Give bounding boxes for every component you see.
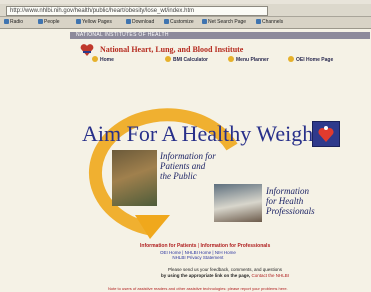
link-icon — [126, 19, 131, 24]
web-page: NATIONAL INSTITUTES OF HEALTH National H… — [0, 29, 371, 292]
page-title: Aim For A Healthy Weight — [82, 121, 320, 146]
patients-info-link[interactable]: Information for Patients and the Public — [160, 151, 216, 181]
secondary-links: OEI Home | NHLBI Home | NIH Home NHLBI P… — [160, 250, 236, 260]
accessibility-note-link[interactable]: Note to users of assistive readers and o… — [108, 286, 288, 291]
link-people[interactable]: People — [38, 19, 60, 26]
link-yellow-pages[interactable]: Yellow Pages — [76, 19, 112, 26]
address-text: http://www.nhlbi.nih.gov/health/public/h… — [10, 8, 195, 14]
browser-window: http://www.nhlbi.nih.gov/health/public/h… — [0, 0, 371, 292]
privacy-link[interactable]: NHLBI Privacy Statement — [160, 255, 236, 260]
feedback-prefix: by using the appropriate link on the pag… — [160, 273, 251, 278]
address-bar: http://www.nhlbi.nih.gov/health/public/h… — [0, 4, 371, 17]
heart-logo-icon — [312, 121, 340, 147]
link-patients[interactable]: Information for Patients — [140, 243, 196, 249]
photo-couple-exercising[interactable] — [112, 150, 157, 206]
link-icon — [164, 19, 169, 24]
link-customize[interactable]: Customize — [164, 19, 194, 26]
link-icon — [38, 19, 43, 24]
link-net-search[interactable]: Net Search Page — [202, 19, 246, 26]
link-download[interactable]: Download — [126, 19, 154, 26]
link-radio[interactable]: Radio — [4, 19, 23, 26]
links-toolbar: Radio People Yellow Pages Download Custo… — [0, 17, 371, 29]
professionals-info-link[interactable]: Information for Health Professionals — [266, 186, 315, 216]
link-icon — [202, 19, 207, 24]
link-icon — [256, 19, 261, 24]
link-separator: | — [197, 243, 200, 249]
link-channels[interactable]: Channels — [256, 19, 283, 26]
photo-health-professionals[interactable] — [214, 184, 262, 222]
contact-link[interactable]: Contact the NHLBI — [252, 273, 290, 278]
link-icon — [4, 19, 9, 24]
address-input[interactable]: http://www.nhlbi.nih.gov/health/public/h… — [6, 6, 268, 16]
feedback-line-2: by using the appropriate link on the pag… — [135, 273, 315, 279]
link-icon — [76, 19, 81, 24]
feedback-text: Please send us your feedback, comments, … — [135, 267, 315, 279]
link-professionals[interactable]: Information for Professionals — [201, 243, 271, 249]
main-links-row: Information for Patients | Information f… — [140, 243, 270, 249]
